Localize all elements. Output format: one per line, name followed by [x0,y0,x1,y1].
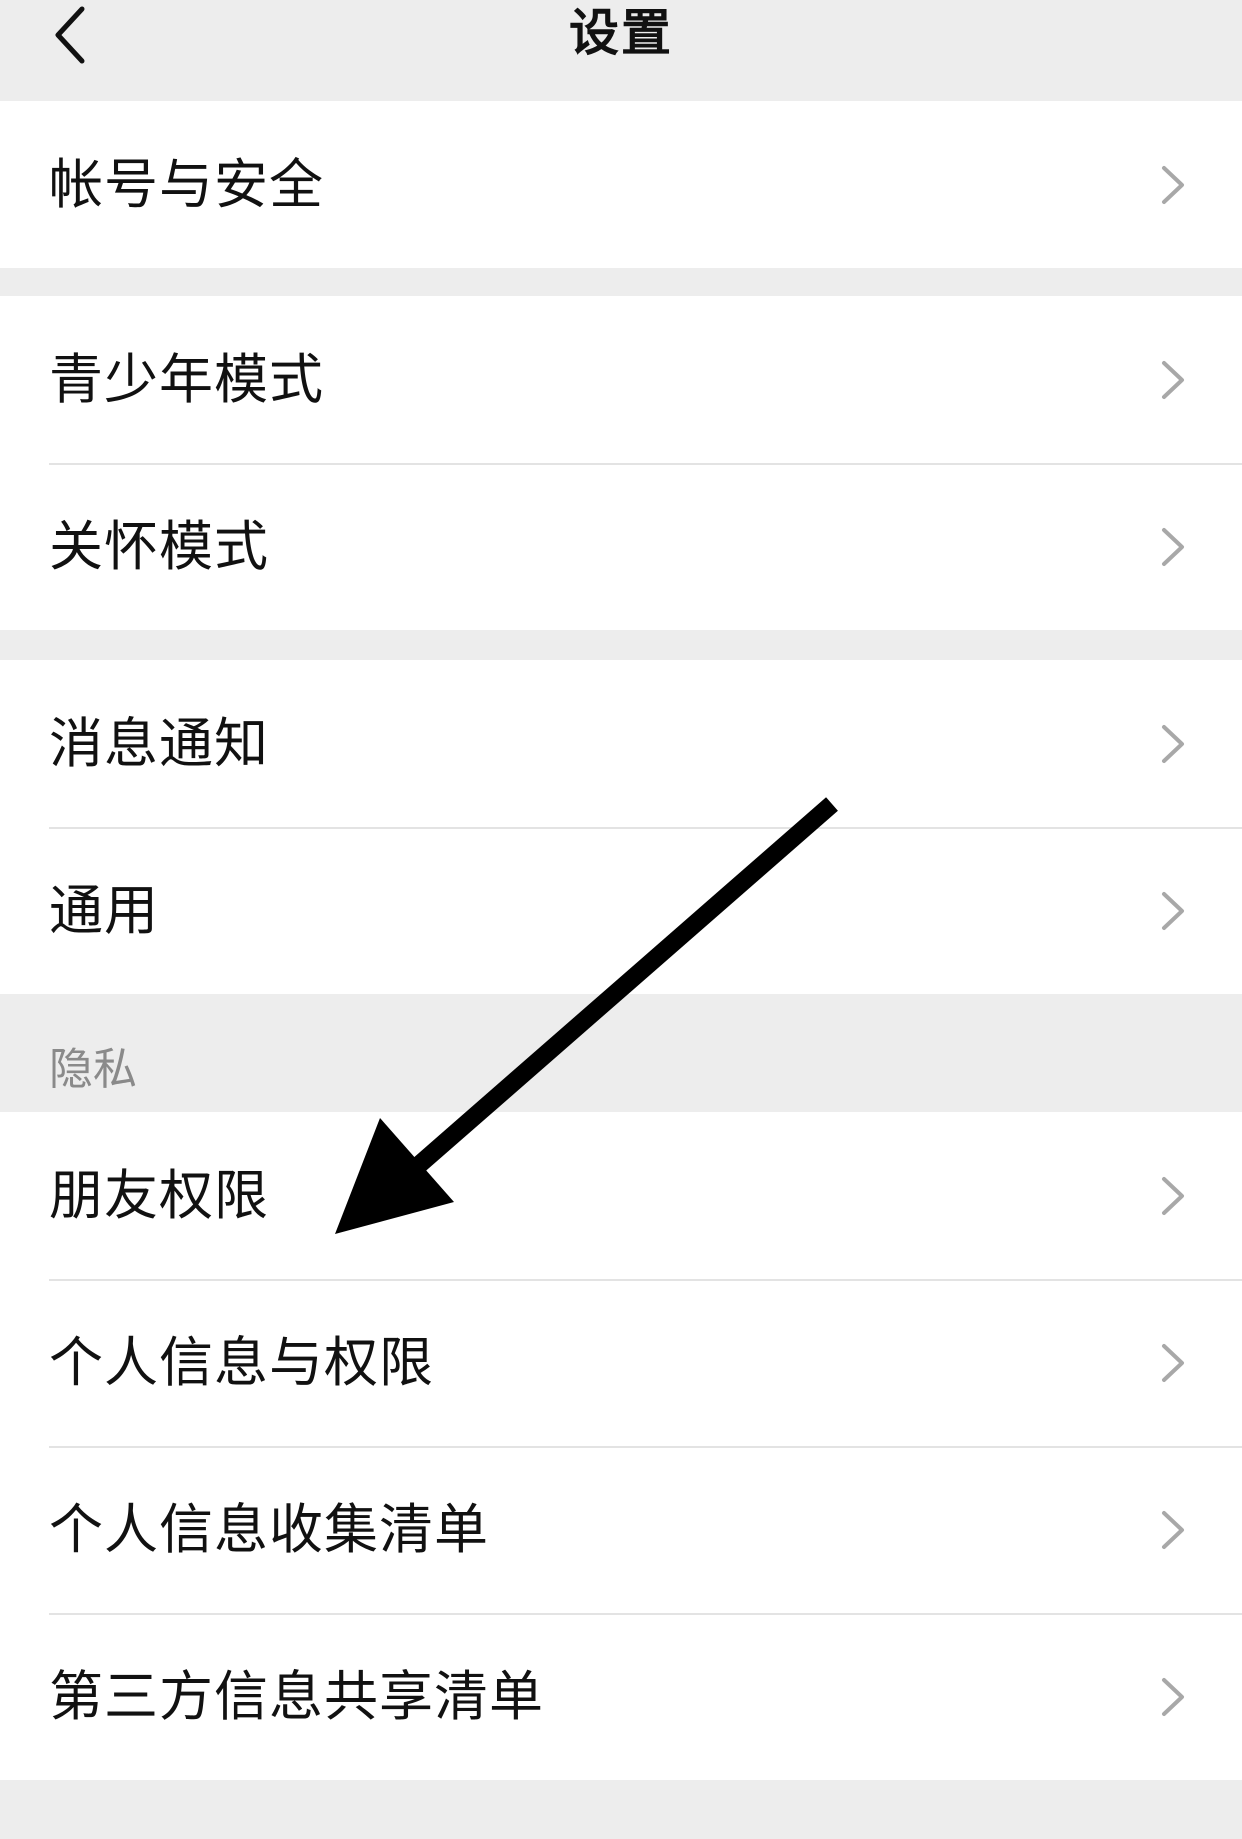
settings-group-modes: 青少年模式 关怀模式 [0,296,1242,630]
page-title: 设置 [569,4,673,62]
top-bar: 设置 [0,0,1242,101]
chevron-right-icon [1162,166,1184,204]
settings-group-account: 帐号与安全 [0,101,1242,268]
chevron-right-icon [1162,1344,1184,1382]
list-item-third-party-sharing[interactable]: 第三方信息共享清单 [0,1613,1242,1780]
list-item-label: 个人信息与权限 [49,1331,434,1394]
settings-group-privacy: 朋友权限 个人信息与权限 个人信息收集清单 第三方信息共享清单 [0,1112,1242,1780]
list-item-label: 通用 [49,879,159,942]
list-item-label: 关怀模式 [49,515,269,578]
list-item-label: 第三方信息共享清单 [49,1665,544,1728]
settings-group-general: 消息通知 通用 [0,660,1242,994]
list-item-label: 朋友权限 [49,1164,269,1227]
chevron-right-icon [1162,892,1184,930]
list-item-personal-info-permissions[interactable]: 个人信息与权限 [0,1279,1242,1446]
chevron-right-icon [1162,1678,1184,1716]
chevron-right-icon [1162,1177,1184,1215]
list-item-general[interactable]: 通用 [0,827,1242,994]
list-item-account-security[interactable]: 帐号与安全 [0,101,1242,268]
list-item-label: 青少年模式 [49,348,324,411]
chevron-right-icon [1162,528,1184,566]
list-item-label: 帐号与安全 [49,153,324,216]
section-title-privacy: 隐私 [49,1044,137,1095]
chevron-right-icon [1162,725,1184,763]
list-item-personal-info-collection[interactable]: 个人信息收集清单 [0,1446,1242,1613]
list-item-care-mode[interactable]: 关怀模式 [0,463,1242,630]
chevron-right-icon [1162,1511,1184,1549]
chevron-right-icon [1162,361,1184,399]
list-item-notifications[interactable]: 消息通知 [0,660,1242,827]
list-item-label: 消息通知 [49,712,269,775]
list-item-friend-permissions[interactable]: 朋友权限 [0,1112,1242,1279]
list-item-youth-mode[interactable]: 青少年模式 [0,296,1242,463]
list-item-label: 个人信息收集清单 [49,1498,489,1561]
